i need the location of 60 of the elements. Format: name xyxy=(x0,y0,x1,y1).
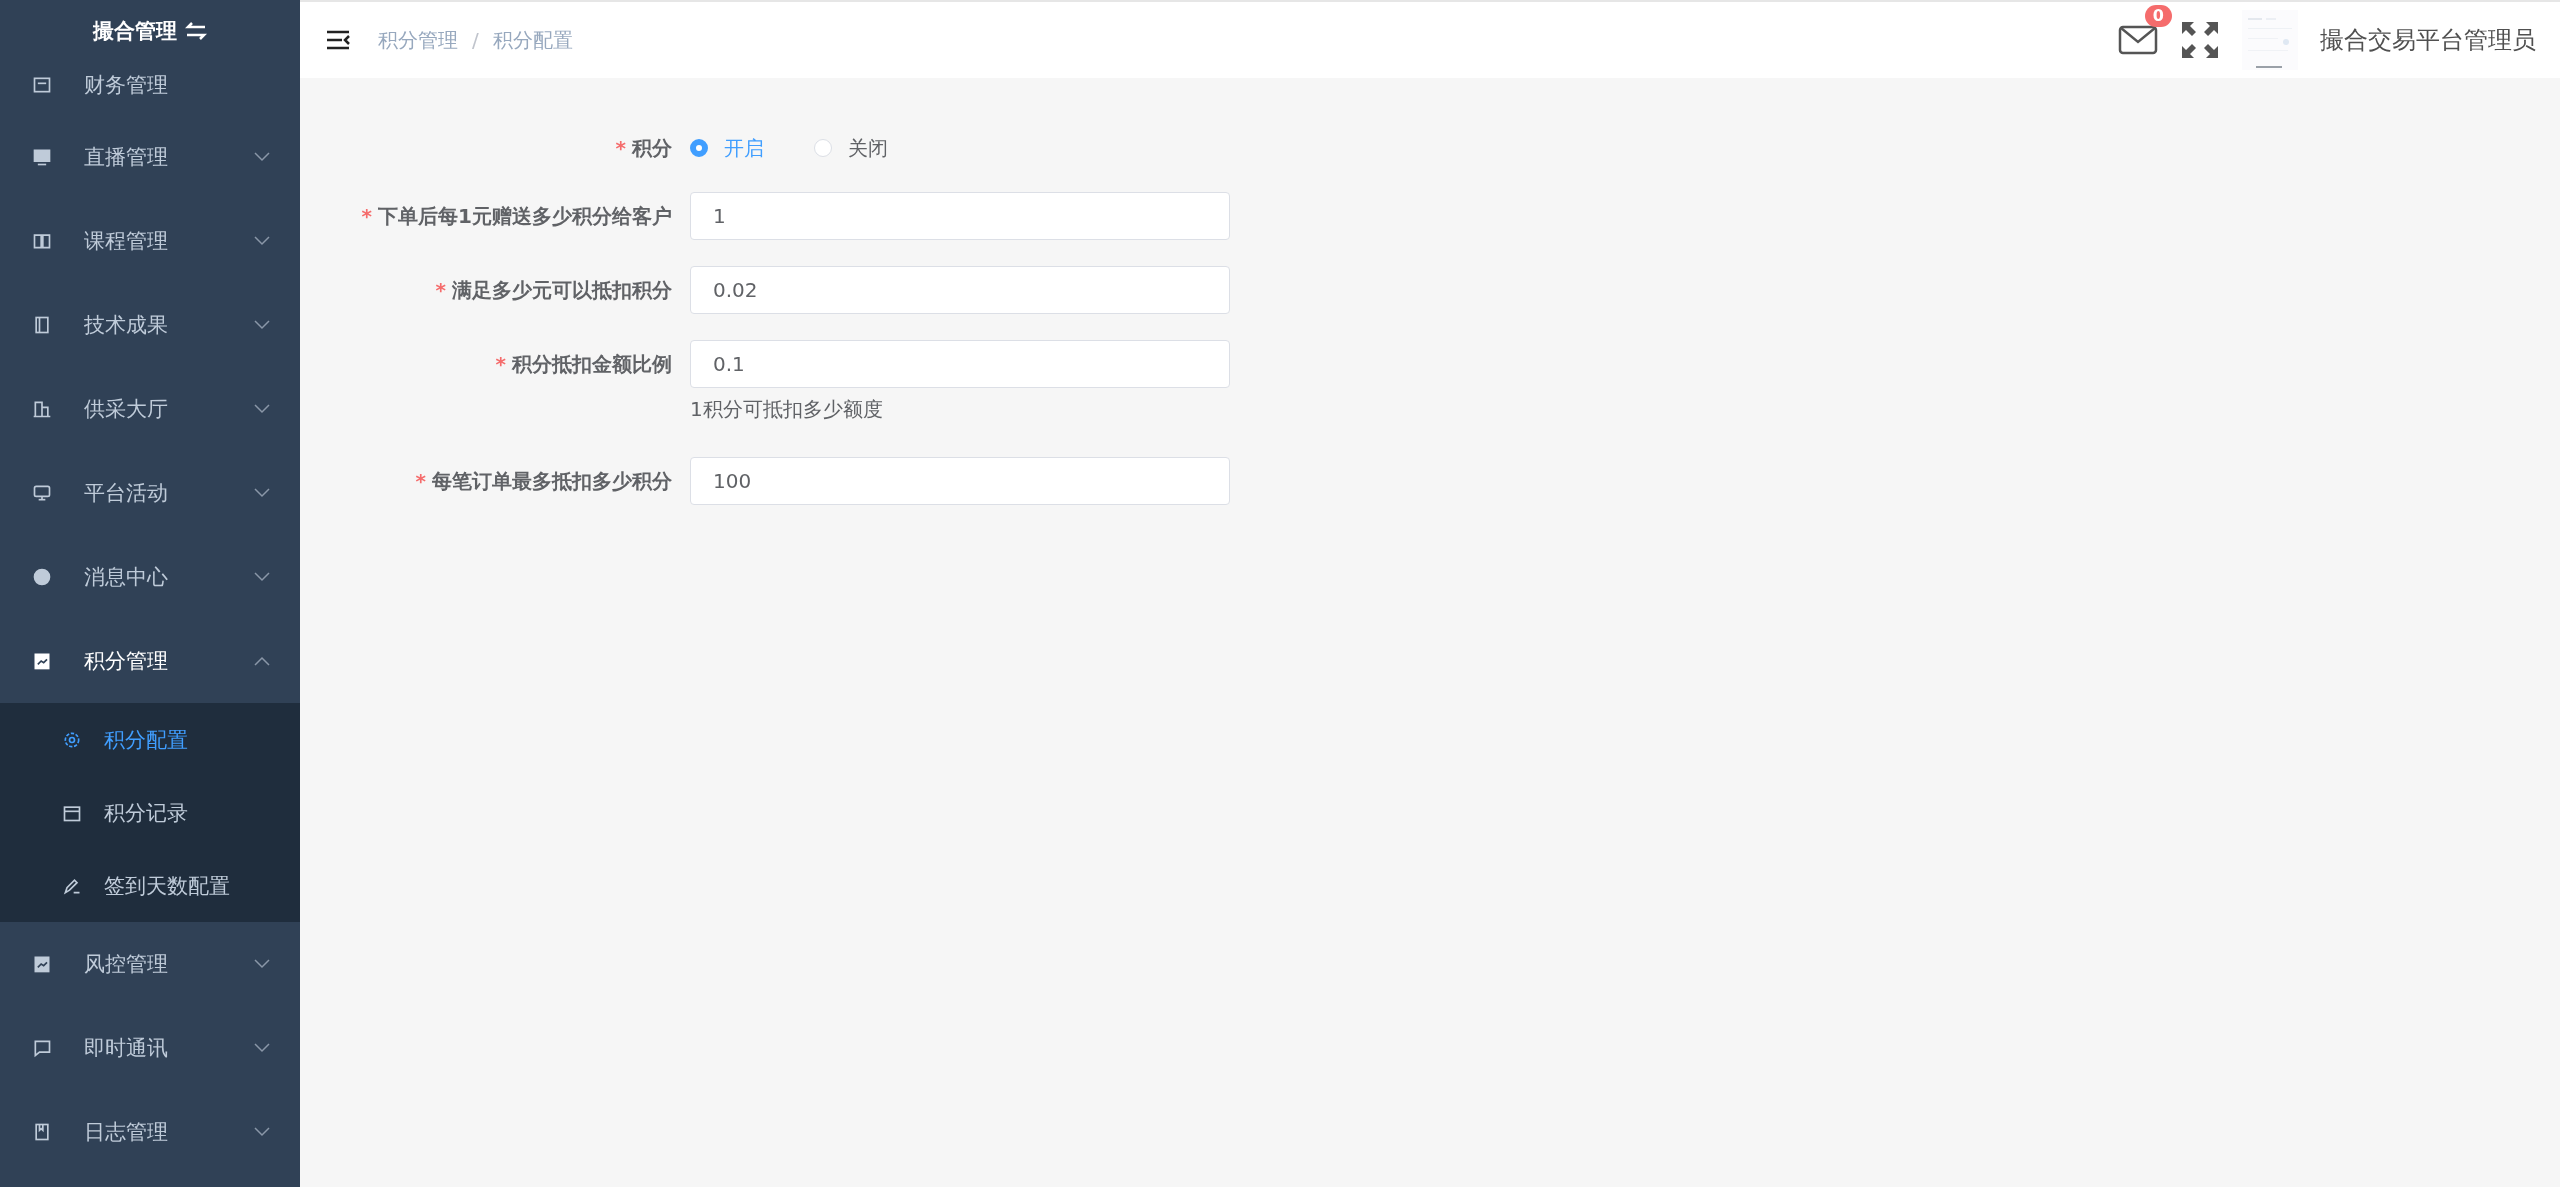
mail-icon[interactable] xyxy=(2118,25,2158,55)
required-mark: * xyxy=(435,277,446,302)
chevron-icon xyxy=(254,320,270,330)
input-field[interactable]: 0.1 xyxy=(690,340,1230,388)
sidebar-item[interactable]: 供采大厅 xyxy=(0,367,300,451)
field-label: 积分 xyxy=(632,135,672,160)
notification-badge: 0 xyxy=(2144,5,2172,27)
field-label: 下单后每1元赠送多少积分给客户 xyxy=(378,203,672,228)
chevron-icon xyxy=(254,236,270,246)
field-label: 每笔订单最多抵扣多少积分 xyxy=(432,468,672,493)
sidebar-item[interactable]: 技术成果 xyxy=(0,283,300,367)
input-field[interactable]: 0.02 xyxy=(690,266,1230,314)
breadcrumb-item: 积分配置 xyxy=(492,26,573,54)
notebook-icon xyxy=(32,1122,52,1142)
radio-label[interactable]: 关闭 xyxy=(848,134,888,162)
sidebar-item[interactable]: 即时通讯 xyxy=(0,1006,300,1090)
required-mark: * xyxy=(361,203,373,228)
clipboard-chart-icon xyxy=(32,651,52,671)
breadcrumb-separator: / xyxy=(472,28,479,52)
chevron-icon xyxy=(254,1127,270,1137)
sidebar-item[interactable]: 直播管理 xyxy=(0,115,300,199)
chevron-icon xyxy=(254,656,270,666)
sidebar-item[interactable]: 日志管理 xyxy=(0,1090,300,1174)
sidebar-title: 撮合管理 xyxy=(93,18,177,45)
list-icon xyxy=(32,315,52,335)
user-name[interactable]: 撮合交易平台管理员 xyxy=(2320,24,2536,56)
input-field[interactable]: 100 xyxy=(690,457,1230,505)
submenu-item[interactable]: 签到天数配置 xyxy=(0,849,300,922)
chevron-icon xyxy=(254,488,270,498)
sidebar-item[interactable]: 风控管理 xyxy=(0,922,300,1006)
monitor-icon xyxy=(32,483,52,503)
submenu-item[interactable]: 积分记录 xyxy=(0,776,300,849)
sidebar-item[interactable]: 平台活动 xyxy=(0,451,300,535)
chevron-icon xyxy=(254,1043,270,1053)
sidebar-item[interactable]: 财务管理 xyxy=(0,62,300,115)
input-field[interactable]: 1 xyxy=(690,192,1230,240)
sidebar-item[interactable]: 消息中心 xyxy=(0,535,300,619)
chevron-icon xyxy=(254,152,270,162)
required-mark: * xyxy=(615,135,626,160)
switch-arrows-icon[interactable] xyxy=(185,21,207,41)
submenu-item[interactable]: 积分配置 xyxy=(0,703,300,776)
monitor-icon xyxy=(32,147,52,167)
required-mark: * xyxy=(495,351,506,376)
radio-icon[interactable] xyxy=(690,139,708,157)
chat-icon xyxy=(32,1038,52,1058)
field-label: 积分抵扣金额比例 xyxy=(512,351,672,376)
required-mark: * xyxy=(415,468,426,493)
menu-icon[interactable] xyxy=(326,30,350,50)
chevron-icon xyxy=(254,572,270,582)
building-icon xyxy=(32,399,52,419)
clipboard-chart-icon xyxy=(32,954,52,974)
fullscreen-icon[interactable] xyxy=(2180,20,2220,60)
sidebar-item[interactable]: 课程管理 xyxy=(0,199,300,283)
book-icon xyxy=(32,231,52,251)
chevron-icon xyxy=(254,404,270,414)
sidebar-item[interactable]: 积分管理 xyxy=(0,619,300,703)
radio-option[interactable]: 关闭 xyxy=(814,134,888,162)
field-label: 满足多少元可以抵扣积分 xyxy=(452,277,672,302)
help-text: 1积分可抵扣多少额度 xyxy=(690,396,884,423)
chevron-icon xyxy=(254,959,270,969)
